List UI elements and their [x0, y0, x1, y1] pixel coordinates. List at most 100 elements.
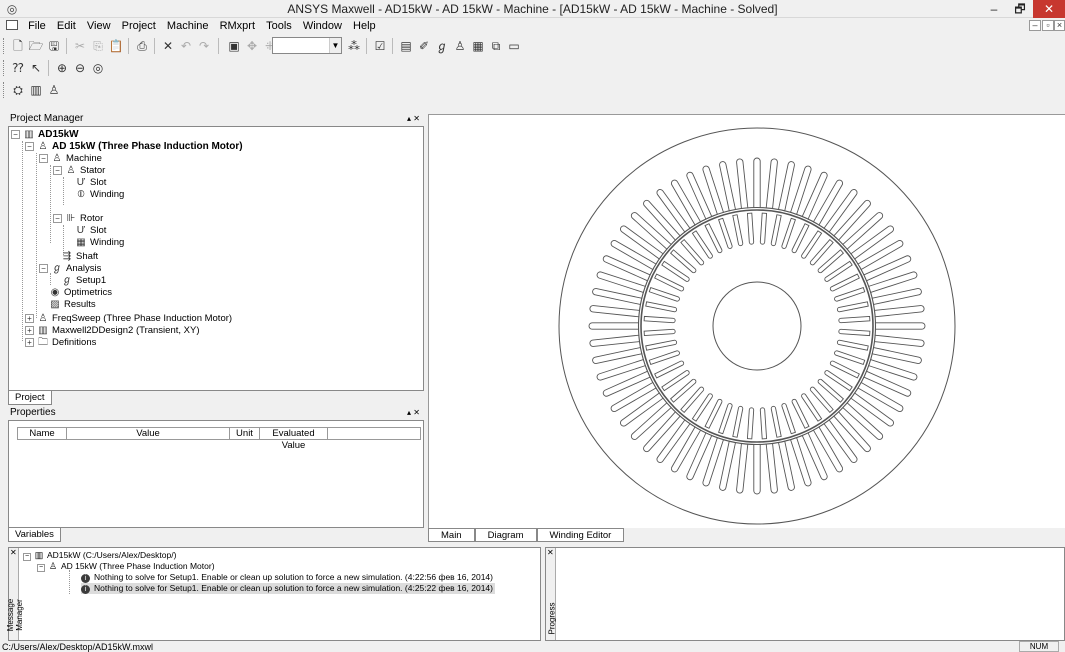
tree-item-ad15kw[interactable]: − ▥ AD15kW — [11, 129, 79, 141]
whats-this-icon[interactable]: ↖ — [28, 60, 44, 76]
column-unit[interactable]: Unit — [230, 428, 260, 440]
tree-item-freqsweep[interactable]: + ♙ FreqSweep (Three Phase Induction Motor… — [25, 313, 232, 325]
table-icon[interactable]: ▭ — [506, 38, 522, 54]
zoom-out-icon[interactable]: ⊖ — [72, 60, 88, 76]
undo-icon[interactable]: ↶ — [178, 38, 194, 54]
validate-icon[interactable]: ☑ — [372, 38, 388, 54]
document-icon[interactable] — [6, 20, 18, 30]
machine-icon[interactable]: ♙ — [452, 38, 468, 54]
collapse-icon[interactable]: − — [53, 214, 62, 223]
save-icon[interactable]: 🖫 — [46, 38, 62, 54]
message-row-selected[interactable]: i Nothing to solve for Setup1. Enable or … — [81, 583, 495, 594]
tab-diagram[interactable]: Diagram — [474, 528, 537, 542]
panel-controls[interactable]: ▴ ✕ — [407, 407, 420, 419]
stator-slot — [871, 288, 922, 306]
expand-icon[interactable]: + — [25, 338, 34, 347]
menu-window[interactable]: Window — [299, 18, 346, 34]
message-design-row[interactable]: − ♙ AD 15kW (Three Phase Induction Motor) — [37, 561, 215, 572]
copy-icon[interactable]: ⎘ — [90, 38, 106, 54]
collapse-icon[interactable]: − — [37, 564, 45, 572]
column-value[interactable]: Value — [67, 428, 230, 440]
tab-main[interactable]: Main — [428, 528, 475, 542]
tree-item-design[interactable]: − ♙ AD 15kW (Three Phase Induction Motor) — [25, 141, 243, 153]
tab-variables[interactable]: Variables — [8, 528, 61, 542]
collapse-icon[interactable]: − — [53, 166, 62, 175]
chevron-down-icon[interactable]: ▼ — [329, 38, 341, 53]
folder-icon: 🗀 — [38, 337, 48, 348]
collapse-icon[interactable]: − — [11, 130, 20, 139]
close-icon[interactable]: ✕ — [547, 548, 554, 557]
toolbar-separator — [128, 38, 129, 54]
collapse-icon[interactable]: − — [39, 154, 48, 163]
select-mode-icon[interactable]: ▣ — [226, 38, 242, 54]
tree-item-optimetrics[interactable]: ◉ Optimetrics — [49, 287, 112, 299]
close-icon[interactable]: ✕ — [10, 548, 17, 557]
toolbar-grip[interactable] — [3, 38, 6, 54]
help-icon[interactable]: ⁇ — [10, 60, 26, 76]
mdi-minimize-button[interactable]: – — [1029, 20, 1041, 31]
panel-controls[interactable]: ▴ ✕ — [407, 113, 420, 125]
tree-item-rotor-slot[interactable]: Ư Slot — [75, 225, 107, 237]
zoom-fit-icon[interactable]: ◎ — [90, 60, 106, 76]
variables-icon[interactable]: ⁂ — [346, 38, 362, 54]
redo-icon[interactable]: ↷ — [196, 38, 212, 54]
zoom-in-icon[interactable]: ⊕ — [54, 60, 70, 76]
menu-project[interactable]: Project — [118, 18, 160, 34]
tree-item-analysis[interactable]: − ℊ Analysis — [39, 263, 101, 275]
toolbar-grip[interactable] — [3, 60, 6, 76]
export-icon[interactable]: ⧉ — [488, 38, 504, 54]
collapse-icon[interactable]: − — [39, 264, 48, 273]
collapse-icon[interactable]: − — [25, 142, 34, 151]
menu-rmxprt[interactable]: RMxprt — [216, 18, 259, 34]
tree-item-stator-slot[interactable]: Ư Slot — [75, 177, 107, 189]
project-tree: − ▥ AD15kW − ♙ AD 15kW (Three Phase Inductio… — [8, 126, 424, 391]
close-button[interactable]: ✕ — [1033, 0, 1065, 18]
collapse-icon[interactable]: − — [23, 553, 31, 561]
rmxprt-icon[interactable]: ♙ — [46, 82, 62, 98]
open-icon[interactable]: 🗁 — [28, 38, 44, 54]
tab-project[interactable]: Project — [8, 391, 52, 405]
machine-view[interactable] — [428, 114, 1065, 528]
column-name[interactable]: Name — [18, 428, 67, 440]
toolbar-grip[interactable] — [3, 82, 6, 98]
analyze-icon[interactable]: ✐ — [416, 38, 432, 54]
new-icon[interactable]: 🗋 — [10, 38, 26, 54]
expand-icon[interactable]: + — [25, 314, 34, 323]
report-icon[interactable]: ▤ — [398, 38, 414, 54]
tree-item-shaft[interactable]: ⇶ Shaft — [61, 251, 98, 263]
column-evaluated-value[interactable]: Evaluated Value — [260, 428, 328, 451]
menu-tools[interactable]: Tools — [262, 18, 296, 34]
mdi-close-button[interactable]: × — [1054, 20, 1065, 31]
tree-item-results[interactable]: ▨ Results — [49, 299, 95, 311]
menu-edit[interactable]: Edit — [53, 18, 80, 34]
solve-icon[interactable]: ℊ — [434, 38, 450, 54]
maximize-button[interactable]: 🗗 — [1007, 0, 1033, 18]
tab-winding-editor[interactable]: Winding Editor — [536, 528, 625, 542]
menu-view[interactable]: View — [83, 18, 115, 34]
tree-item-stator[interactable]: − ♙ Stator — [53, 165, 105, 177]
tree-item-stator-winding[interactable]: ⦶ Winding — [75, 189, 124, 201]
tree-item-rotor-winding[interactable]: ▦ Winding — [75, 237, 124, 249]
move-icon[interactable]: ✥ — [244, 38, 260, 54]
mdi-restore-button[interactable]: ▫ — [1042, 20, 1054, 31]
delete-icon[interactable]: ✕ — [160, 38, 176, 54]
results-icon[interactable]: ▦ — [470, 38, 486, 54]
tree-item-rotor[interactable]: − ⊪ Rotor — [53, 213, 103, 225]
tree-item-setup1[interactable]: ℊ Setup1 — [61, 275, 106, 287]
minimize-button[interactable]: – — [981, 0, 1007, 18]
tree-item-maxwell2d[interactable]: + ▥ Maxwell2DDesign2 (Transient, XY) — [25, 325, 199, 337]
units-combo[interactable]: ▼ — [272, 37, 342, 54]
tree-item-machine[interactable]: − ♙ Machine — [39, 153, 102, 165]
message-project-row[interactable]: − ▥ AD15kW (C:/Users/Alex/Desktop/) — [23, 550, 176, 561]
expand-icon[interactable]: + — [25, 326, 34, 335]
paste-icon[interactable]: 📋 — [108, 38, 124, 54]
motor-icon[interactable]: ⛭ — [10, 82, 26, 98]
menu-file[interactable]: File — [24, 18, 50, 34]
tree-item-definitions[interactable]: + 🗀 Definitions — [25, 337, 96, 349]
message-row[interactable]: i Nothing to solve for Setup1. Enable or … — [81, 572, 493, 583]
menu-machine[interactable]: Machine — [163, 18, 213, 34]
print-icon[interactable]: ⎙ — [134, 38, 150, 54]
menu-help[interactable]: Help — [349, 18, 380, 34]
design-icon[interactable]: ▥ — [28, 82, 44, 98]
cut-icon[interactable]: ✂ — [72, 38, 88, 54]
